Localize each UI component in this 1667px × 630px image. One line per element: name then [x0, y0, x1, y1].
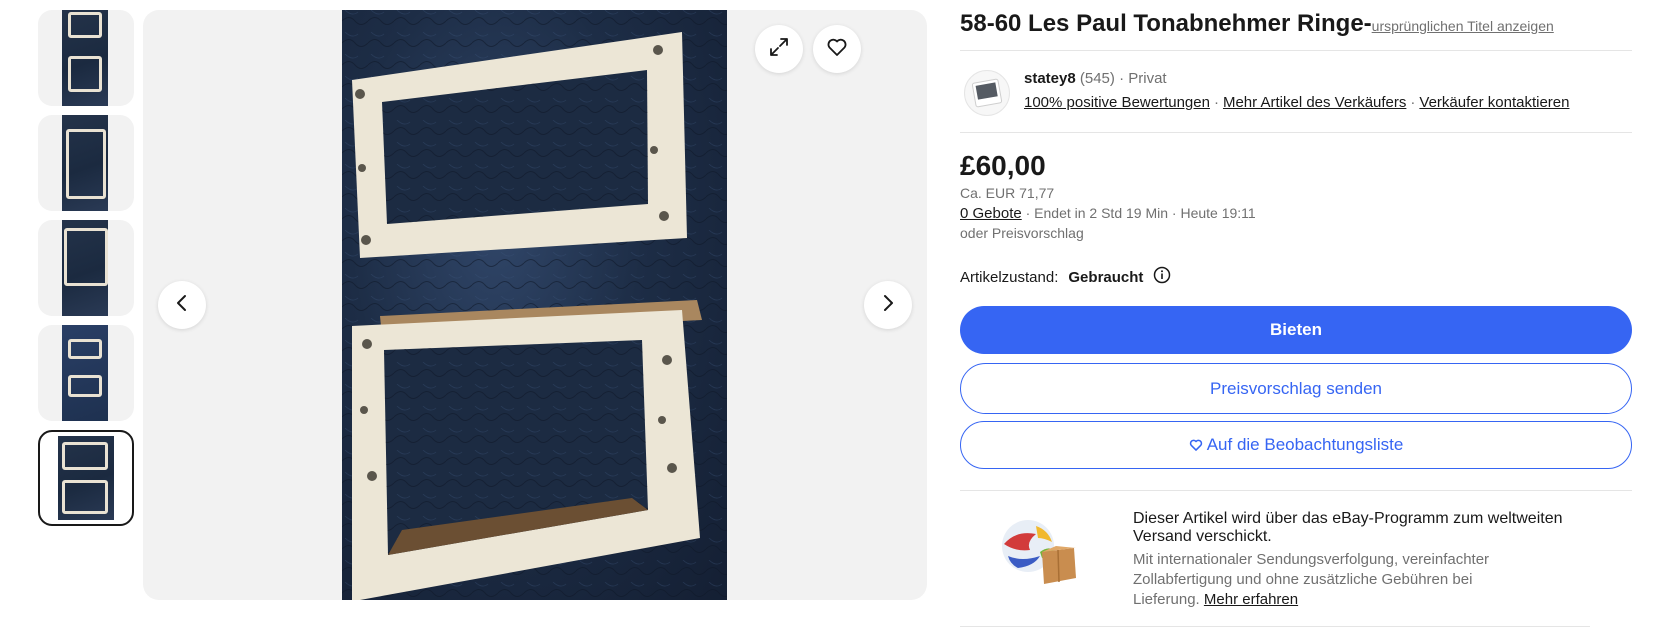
- thumbnail-image: [62, 10, 108, 106]
- global-shipping-info: Dieser Artikel wird über das eBay-Progra…: [960, 490, 1632, 620]
- contact-seller-link[interactable]: Verkäufer kontaktieren: [1419, 94, 1569, 111]
- divider: [960, 50, 1632, 51]
- learn-more-link[interactable]: Mehr erfahren: [1204, 591, 1298, 608]
- chevron-left-icon: [172, 293, 192, 318]
- thumbnail-image: [62, 325, 108, 421]
- shipping-description: Mit internationaler Sendungsverfolgung, …: [1133, 550, 1513, 610]
- title-row: 58-60 Les Paul Tonabnehmer Ringe-ursprün…: [960, 10, 1554, 38]
- more-seller-items-link[interactable]: Mehr Artikel des Verkäufers: [1223, 94, 1406, 111]
- heart-icon: [826, 36, 848, 63]
- item-price: £60,00: [960, 150, 1046, 181]
- thumbnail-1[interactable]: [38, 10, 134, 106]
- info-icon[interactable]: [1153, 266, 1171, 288]
- make-offer-label: Preisvorschlag senden: [1210, 378, 1382, 398]
- show-original-title-link[interactable]: ursprünglichen Titel anzeigen: [1372, 18, 1554, 34]
- thumbnail-strip: [38, 10, 134, 535]
- item-title: 58-60 Les Paul Tonabnehmer Ringe-: [960, 10, 1372, 37]
- image-gallery: [143, 10, 927, 600]
- heart-icon: [1189, 438, 1203, 452]
- seller-name-row: statey8 (545) · Privat: [1024, 70, 1167, 87]
- separator: ·: [1213, 94, 1219, 111]
- thumbnail-4[interactable]: [38, 325, 134, 421]
- thumbnail-image: [62, 220, 108, 316]
- pickup-rings-image: [342, 10, 727, 600]
- add-to-watchlist-button[interactable]: Auf die Beobachtungsliste: [960, 421, 1632, 469]
- thumbnail-2[interactable]: [38, 115, 134, 211]
- seller-feedback-count: (545): [1079, 70, 1115, 87]
- bids-row: 0 Gebote · Endet in 2 Std 19 Min · Heute…: [960, 205, 1256, 222]
- approx-price: Ca. EUR 71,77: [960, 185, 1055, 201]
- shipping-title: Dieser Artikel wird über das eBay-Progra…: [1133, 510, 1563, 545]
- separator: ·: [1119, 70, 1125, 87]
- watch-heart-button[interactable]: [813, 25, 861, 73]
- thumbnail-image: [62, 115, 108, 211]
- thumbnail-3[interactable]: [38, 220, 134, 316]
- seller-name[interactable]: statey8: [1024, 70, 1076, 87]
- divider: [960, 626, 1590, 627]
- seller-card: statey8 (545) · Privat 100% positive Bew…: [960, 66, 1632, 126]
- next-image-button[interactable]: [864, 281, 912, 329]
- chevron-right-icon: [878, 293, 898, 318]
- shipping-description-text: Mit internationaler Sendungsverfolgung, …: [1133, 551, 1490, 608]
- global-shipping-icon: [996, 516, 1078, 586]
- seller-avatar-image: [971, 78, 1003, 108]
- seller-avatar[interactable]: [964, 70, 1010, 116]
- bid-button-label: Bieten: [1270, 320, 1322, 339]
- make-offer-button[interactable]: Preisvorschlag senden: [960, 363, 1632, 414]
- seller-links: 100% positive Bewertungen · Mehr Artikel d…: [1024, 94, 1569, 111]
- auction-end-time: · Endet in 2 Std 19 Min · Heute 19:11: [1021, 205, 1256, 221]
- positive-feedback-link[interactable]: 100% positive Bewertungen: [1024, 94, 1210, 111]
- previous-image-button[interactable]: [158, 281, 206, 329]
- condition-label: Artikelzustand:: [960, 268, 1059, 286]
- watchlist-label: Auf die Beobachtungsliste: [1206, 435, 1404, 454]
- bid-button[interactable]: Bieten: [960, 306, 1632, 354]
- or-best-offer: oder Preisvorschlag: [960, 225, 1084, 241]
- condition-value: Gebraucht: [1068, 268, 1144, 286]
- bids-link[interactable]: 0 Gebote: [960, 205, 1022, 222]
- product-photo: [342, 10, 727, 600]
- seller-type: Privat: [1128, 70, 1167, 87]
- expand-icon: [768, 36, 790, 63]
- expand-button[interactable]: [755, 25, 803, 73]
- separator: ·: [1410, 94, 1416, 111]
- divider: [960, 132, 1632, 133]
- condition-row: Artikelzustand: Gebraucht: [960, 266, 1171, 288]
- thumbnail-5-selected[interactable]: [38, 430, 134, 526]
- thumbnail-image: [58, 436, 114, 520]
